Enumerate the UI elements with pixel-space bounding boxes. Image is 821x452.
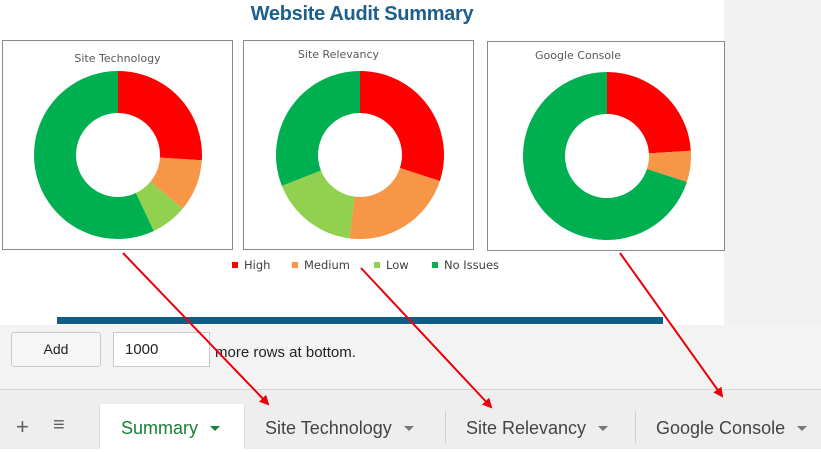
donut-slice-high[interactable]: [118, 71, 202, 161]
chart-site-relevancy[interactable]: Site Relevancy: [243, 40, 474, 250]
donut-slice-high[interactable]: [360, 71, 444, 181]
tab-label: Site Technology: [265, 418, 392, 438]
tab-summary[interactable]: Summary: [99, 404, 245, 449]
legend-swatch: [292, 262, 298, 268]
add-sheet-icon[interactable]: +: [16, 414, 29, 440]
sheet-gutter: [724, 0, 821, 325]
report-title: Website Audit Summary: [250, 3, 474, 25]
add-rows-label: more rows at bottom.: [215, 344, 356, 361]
all-sheets-icon[interactable]: ≡: [53, 414, 65, 437]
tab-label: Summary: [121, 418, 199, 438]
legend-item-no-issues: No Issues: [432, 258, 499, 272]
donut-slice-no-issues[interactable]: [276, 71, 360, 186]
legend-swatch: [232, 262, 238, 268]
donut-chart: [523, 72, 691, 240]
tab-label: Google Console: [656, 418, 786, 438]
legend-label: No Issues: [444, 258, 500, 272]
chevron-down-icon[interactable]: [797, 426, 808, 431]
add-rows-button[interactable]: Add: [11, 332, 101, 367]
legend-label: Medium: [304, 258, 350, 272]
legend-swatch: [374, 262, 380, 268]
donut-slice-high[interactable]: [607, 72, 691, 154]
tab-google-console[interactable]: Google Console: [636, 404, 821, 449]
tab-label: Site Relevancy: [466, 418, 587, 438]
rows-count-input[interactable]: 1000: [113, 332, 210, 367]
legend-label: Low: [386, 258, 409, 272]
legend-item-low: Low: [374, 258, 409, 272]
legend-item-medium: Medium: [292, 258, 350, 272]
donut-slice-medium[interactable]: [349, 167, 440, 239]
donut-chart: [34, 71, 202, 239]
chevron-down-icon[interactable]: [403, 426, 414, 431]
legend-item-high: High: [232, 258, 270, 272]
legend-label: High: [244, 258, 271, 272]
accent-bar: [57, 317, 663, 324]
tab-site-relevancy[interactable]: Site Relevancy: [446, 404, 635, 449]
legend-swatch: [432, 262, 438, 268]
chevron-down-icon[interactable]: [598, 426, 609, 431]
chart-google-console[interactable]: Google Console: [487, 41, 725, 251]
chevron-down-icon[interactable]: [210, 426, 221, 431]
donut-chart: [276, 71, 444, 239]
chart-site-technology[interactable]: Site Technology: [2, 40, 233, 250]
tab-site-technology[interactable]: Site Technology: [245, 404, 445, 449]
